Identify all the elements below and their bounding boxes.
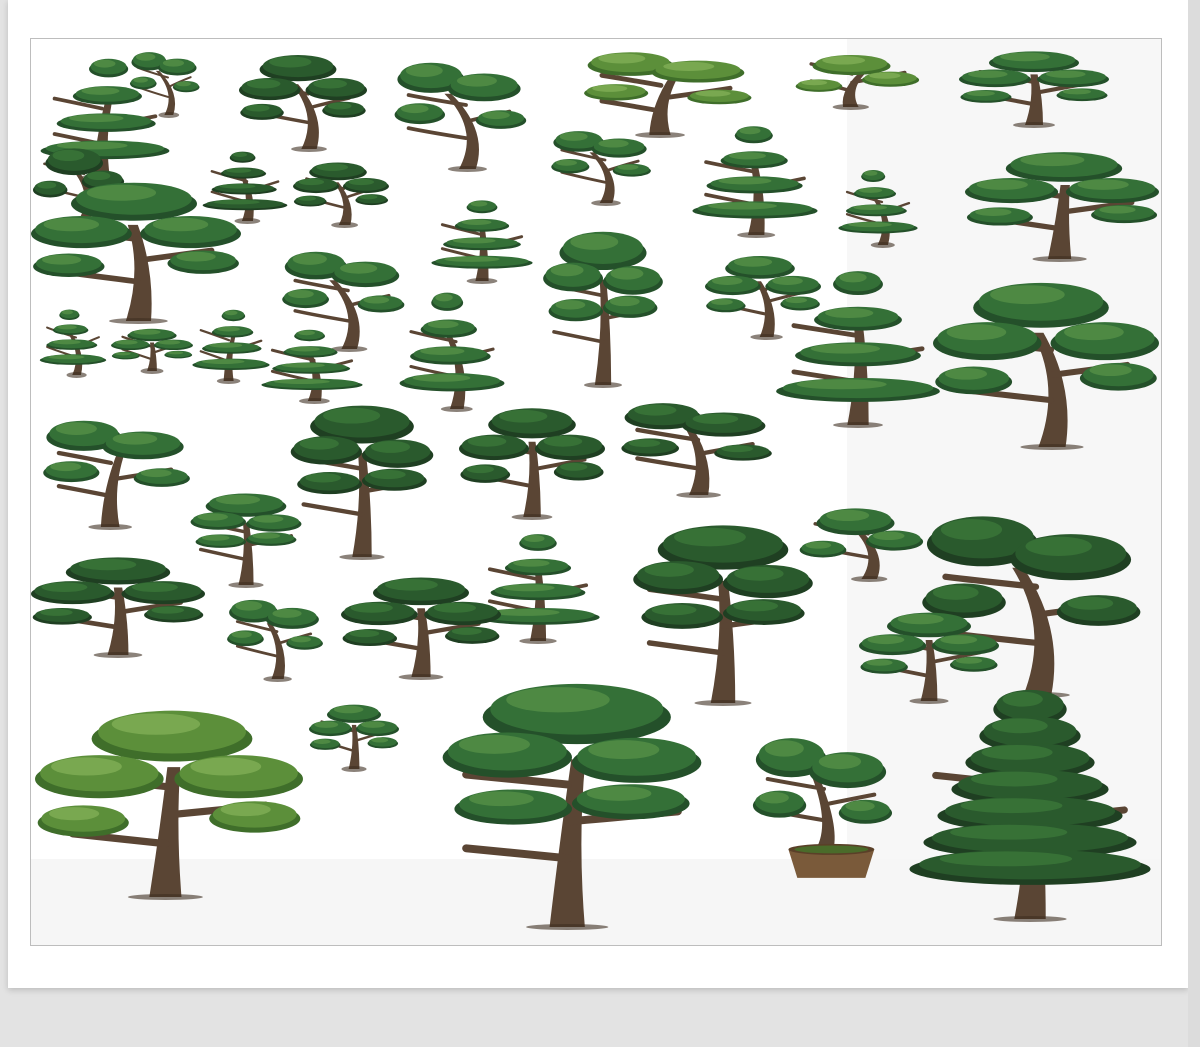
pine-tree-38	[341, 569, 501, 681]
pine-tree-illustration	[551, 131, 651, 206]
pine-tree-12	[687, 119, 823, 239]
pine-tree-10	[293, 157, 389, 229]
pine-tree-illustration	[309, 704, 399, 772]
pine-tree-illustration	[459, 408, 605, 520]
pine-tree-20	[37, 305, 109, 379]
pine-tree-26	[933, 269, 1159, 451]
pine-tree-illustration	[776, 271, 940, 428]
pine-tree-18	[535, 221, 671, 389]
pine-tree-16	[427, 195, 537, 285]
sheet	[8, 0, 1188, 988]
pine-tree-illustration	[909, 689, 1151, 922]
pine-tree-illustration	[795, 55, 920, 110]
pine-tree-24	[395, 285, 509, 413]
pine-tree-44	[899, 675, 1161, 923]
pine-tree-illustration	[39, 309, 107, 378]
pine-tree-illustration	[752, 738, 893, 878]
pine-tree-27	[37, 409, 193, 531]
pine-tree-illustration	[933, 282, 1159, 450]
right-edge-strip	[1188, 0, 1200, 1047]
pine-tree-14	[965, 143, 1159, 263]
pine-tree-illustration	[31, 182, 241, 324]
pine-tree-illustration	[959, 51, 1109, 128]
pine-tree-illustration	[35, 710, 303, 900]
pine-tree-illustration	[293, 162, 389, 228]
pine-tree-34	[31, 549, 205, 659]
pine-tree-illustration	[261, 329, 363, 404]
pine-tree-illustration	[838, 170, 918, 248]
pine-tree-illustration	[431, 200, 533, 284]
pine-tree-illustration	[111, 328, 193, 374]
pine-tree-illustration	[129, 52, 200, 118]
pine-tree-illustration	[239, 55, 367, 152]
pine-tree-7	[959, 45, 1109, 129]
pine-tree-illustration	[543, 231, 663, 388]
tree-collection-frame	[30, 38, 1162, 946]
pine-tree-29	[459, 399, 605, 521]
pine-tree-illustration	[43, 420, 190, 530]
pine-tree-illustration	[394, 62, 527, 172]
pine-tree-illustration	[31, 557, 205, 658]
pine-tree-11	[547, 123, 653, 207]
pine-tree-illustration	[442, 683, 702, 930]
pine-tree-13	[835, 165, 921, 249]
pine-tree-illustration	[341, 577, 501, 680]
pine-tree-23	[257, 325, 367, 405]
pine-tree-4	[389, 51, 529, 173]
pine-tree-21	[111, 325, 193, 375]
pine-tree-41	[35, 695, 303, 901]
pine-tree-43	[747, 723, 895, 881]
pine-tree-15	[31, 171, 241, 325]
pine-tree-6	[793, 45, 923, 111]
pine-tree-42	[425, 667, 719, 931]
pine-tree-illustration	[399, 292, 505, 412]
pine-tree-3	[239, 47, 367, 153]
pine-tree-illustration	[692, 126, 818, 238]
pine-tree-illustration	[227, 599, 323, 682]
pine-tree-30	[615, 393, 775, 499]
pine-tree-40	[309, 699, 399, 773]
pine-tree-2	[127, 45, 201, 119]
pine-tree-illustration	[965, 152, 1159, 262]
pine-tree-25	[769, 261, 947, 429]
pine-tree-illustration	[621, 403, 772, 498]
pine-tree-37	[223, 591, 325, 683]
